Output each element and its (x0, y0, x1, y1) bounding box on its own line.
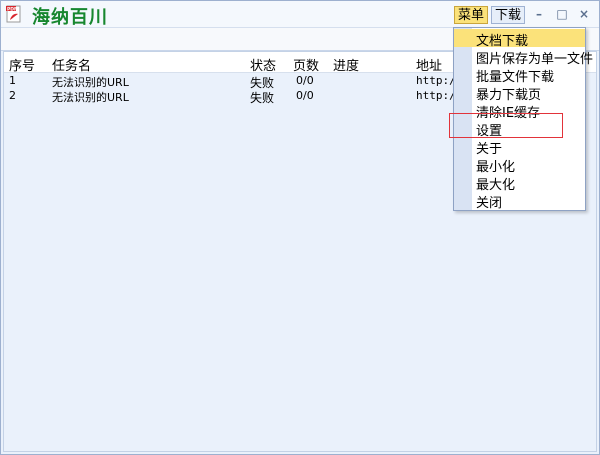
menu-item-force-download-page[interactable]: 暴力下载页 (454, 83, 585, 103)
menu-item-batch-download[interactable]: 批量文件下载 (454, 65, 585, 85)
download-button[interactable]: 下载 (491, 6, 525, 24)
maximize-icon[interactable]: □ (554, 6, 570, 22)
column-header-index[interactable]: 序号 (9, 55, 35, 74)
pdf-document-icon: PDF (5, 5, 23, 23)
cell-index: 1 (9, 74, 16, 87)
column-header-status[interactable]: 状态 (250, 55, 276, 74)
close-icon[interactable]: × (576, 6, 592, 22)
cell-pages: 0/0 (296, 89, 314, 102)
cell-pages: 0/0 (296, 74, 314, 87)
settings-highlight-box (449, 113, 563, 138)
menu-button[interactable]: 菜单 (454, 6, 488, 24)
menu-item-maximize[interactable]: 最大化 (454, 173, 585, 193)
cell-index: 2 (9, 89, 16, 102)
svg-text:PDF: PDF (7, 7, 17, 13)
app-title: 海纳百川 (32, 7, 108, 28)
menu-item-save-images-single-file[interactable]: 图片保存为单一文件 (454, 47, 593, 67)
menu-item-document-download[interactable]: 文档下载 (454, 29, 585, 49)
menu-item-close[interactable]: 关闭 (454, 191, 585, 211)
cell-name: 无法识别的URL (52, 91, 129, 104)
title-bar[interactable]: PDF 海纳百川 菜单 下载 – □ × (1, 1, 599, 28)
cell-url: http:/ (416, 74, 456, 87)
column-header-progress[interactable]: 进度 (333, 55, 359, 74)
app-window: PDF 海纳百川 菜单 下载 – □ × 序号 任务名 状态 页数 进度 地址 … (0, 0, 600, 455)
menu-item-label: 关闭 (476, 196, 503, 211)
cell-url: http:/ (416, 89, 456, 102)
column-header-url[interactable]: 地址 (416, 55, 442, 74)
menu-item-about[interactable]: 关于 (454, 137, 585, 157)
column-header-name[interactable]: 任务名 (52, 55, 91, 74)
column-header-pages[interactable]: 页数 (293, 55, 319, 74)
cell-status: 失败 (250, 91, 275, 105)
menu-item-minimize[interactable]: 最小化 (454, 155, 585, 175)
minimize-icon[interactable]: – (531, 6, 547, 22)
